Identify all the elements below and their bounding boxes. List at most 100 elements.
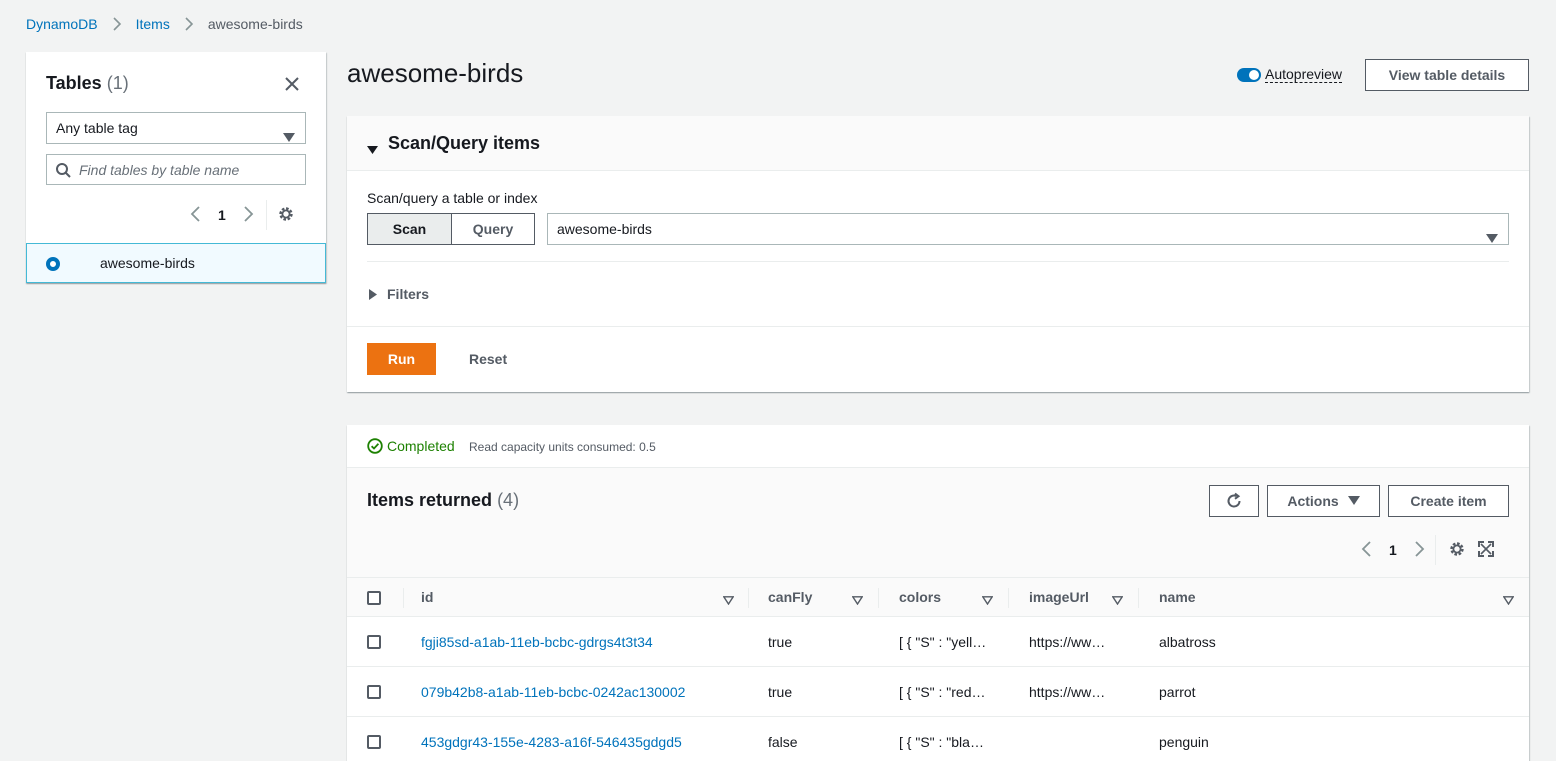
check-circle-icon: [367, 438, 383, 454]
chevron-right-icon: [182, 17, 196, 31]
cell-canfly: true: [768, 684, 793, 700]
table-index-value: awesome-birds: [557, 221, 652, 237]
breadcrumb-dynamodb[interactable]: DynamoDB: [26, 16, 98, 32]
column-imageurl[interactable]: imageUrl: [1029, 589, 1089, 605]
row-checkbox[interactable]: [367, 685, 381, 699]
capacity-consumed: Read capacity units consumed: 0.5: [469, 440, 656, 454]
page-title: awesome-birds: [347, 58, 524, 88]
table-list-item[interactable]: awesome-birds: [26, 243, 326, 283]
status-completed: Completed: [367, 438, 455, 454]
table-name: awesome-birds: [100, 255, 195, 271]
status-text: Completed: [387, 438, 455, 454]
item-id-link[interactable]: fgji85sd-a1ab-11eb-bcbc-gdrgs4t3t34: [421, 634, 741, 650]
divider: [1434, 535, 1436, 565]
refresh-button[interactable]: [1209, 485, 1259, 517]
cell-canfly: true: [768, 634, 793, 650]
table-search: [46, 154, 306, 185]
refresh-icon: [1227, 492, 1241, 508]
chevron-right-icon[interactable]: [244, 205, 254, 225]
page-number[interactable]: 1: [218, 207, 226, 223]
table-tag-value: Any table tag: [56, 120, 138, 136]
breadcrumb-items[interactable]: Items: [136, 16, 170, 32]
cell-colors: [ { "S" : "bla…: [899, 734, 984, 750]
scan-query-toggle: Scan Query: [367, 213, 535, 245]
caret-down-icon: [1486, 224, 1498, 254]
table-row[interactable]: 079b42b8-a1ab-11eb-bcbc-0242ac130002 tru…: [347, 667, 1529, 717]
column-name[interactable]: name: [1159, 589, 1196, 605]
column-colors[interactable]: colors: [899, 589, 941, 605]
tables-title-text: Tables: [46, 73, 102, 93]
actions-button[interactable]: Actions: [1267, 485, 1380, 517]
cell-canfly: false: [768, 734, 798, 750]
table-radio[interactable]: [46, 257, 60, 271]
cell-name: parrot: [1159, 684, 1196, 700]
scan-mode-label: Scan/query a table or index: [367, 190, 538, 206]
tables-count: (1): [106, 73, 129, 93]
table-header: id canFly colors imageUrl name: [347, 577, 1529, 617]
row-checkbox[interactable]: [367, 735, 381, 749]
item-id-link[interactable]: 079b42b8-a1ab-11eb-bcbc-0242ac130002: [421, 684, 741, 700]
table-row[interactable]: fgji85sd-a1ab-11eb-bcbc-gdrgs4t3t34 true…: [347, 617, 1529, 667]
reset-button[interactable]: Reset: [469, 351, 507, 367]
run-button[interactable]: Run: [367, 343, 436, 375]
sort-icon[interactable]: [722, 592, 735, 608]
sort-icon[interactable]: [851, 592, 864, 608]
fullscreen-icon[interactable]: [1477, 540, 1494, 560]
create-item-button[interactable]: Create item: [1388, 485, 1509, 517]
status-bar: Completed Read capacity units consumed: …: [347, 425, 1529, 468]
divider: [1008, 588, 1009, 608]
divider: [878, 588, 879, 608]
close-icon[interactable]: [283, 75, 301, 93]
cell-imageurl: https://ww…: [1029, 684, 1106, 700]
table-row[interactable]: 453gdgr43-155e-4283-a16f-546435gdgd5 fal…: [347, 717, 1529, 761]
gear-icon[interactable]: [277, 205, 295, 226]
row-checkbox[interactable]: [367, 635, 381, 649]
item-id-link[interactable]: 453gdgr43-155e-4283-a16f-546435gdgd5: [421, 734, 741, 750]
filters-expander[interactable]: Filters: [369, 286, 429, 302]
cell-name: penguin: [1159, 734, 1209, 750]
chevron-right-icon[interactable]: [1415, 540, 1425, 560]
table-index-select[interactable]: awesome-birds: [547, 213, 1509, 245]
column-canfly[interactable]: canFly: [768, 589, 812, 605]
sort-icon[interactable]: [1502, 592, 1515, 608]
items-returned-header: Items returned (4) Actions Create item 1: [347, 468, 1529, 578]
query-button[interactable]: Query: [452, 213, 535, 245]
tables-panel: Tables (1) Any table tag 1 awesome-birds: [26, 52, 326, 283]
caret-down-icon: [283, 123, 295, 153]
divider: [265, 200, 267, 230]
scan-button[interactable]: Scan: [367, 213, 452, 245]
caret-down-icon: [1347, 496, 1360, 505]
divider: [403, 588, 404, 608]
autopreview-toggle[interactable]: Autopreview: [1237, 66, 1343, 83]
results-panel: Completed Read capacity units consumed: …: [347, 425, 1529, 761]
page-number[interactable]: 1: [1389, 542, 1397, 558]
column-id[interactable]: id: [421, 589, 433, 605]
view-table-details-button[interactable]: View table details: [1365, 59, 1529, 91]
divider: [748, 588, 749, 608]
caret-down-icon: [367, 142, 378, 158]
search-icon: [56, 163, 71, 181]
sort-icon[interactable]: [981, 592, 994, 608]
scan-query-title: Scan/Query items: [388, 133, 541, 153]
chevron-left-icon[interactable]: [1361, 540, 1371, 560]
filters-label: Filters: [387, 286, 430, 302]
search-input[interactable]: [79, 160, 299, 180]
tables-pagination: 1: [190, 200, 295, 230]
sort-icon[interactable]: [1111, 592, 1124, 608]
select-all-checkbox[interactable]: [367, 591, 381, 605]
actions-label: Actions: [1287, 493, 1339, 509]
breadcrumb-current: awesome-birds: [207, 16, 303, 32]
items-returned-title: Items returned (4): [367, 490, 519, 511]
results-pagination: 1: [1361, 535, 1494, 565]
cell-imageurl: https://ww…: [1029, 634, 1106, 650]
cell-name: albatross: [1159, 634, 1216, 650]
scan-query-panel: Scan/Query items Scan/query a table or i…: [347, 116, 1529, 392]
chevron-left-icon[interactable]: [190, 205, 200, 225]
gear-icon[interactable]: [1448, 540, 1466, 561]
cell-colors: [ { "S" : "yell…: [899, 634, 987, 650]
divider: [1138, 588, 1139, 608]
scan-query-header[interactable]: Scan/Query items: [347, 116, 1529, 171]
table-tag-select[interactable]: Any table tag: [46, 112, 306, 144]
items-returned-text: Items returned: [367, 490, 493, 510]
toggle-switch[interactable]: [1237, 67, 1261, 82]
